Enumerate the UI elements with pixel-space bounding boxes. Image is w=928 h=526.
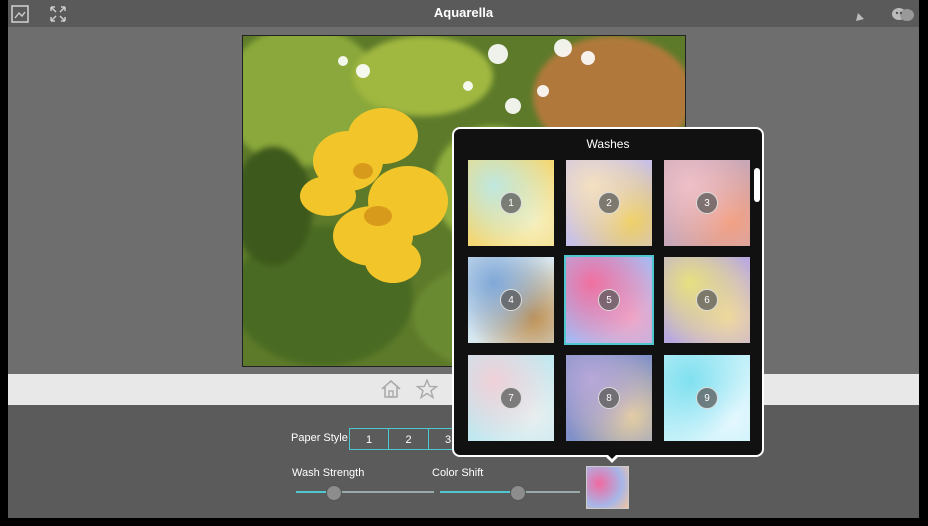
home-icon[interactable] [380, 379, 402, 404]
wash-number-badge: 7 [500, 387, 522, 409]
popup-pointer-inner [605, 452, 619, 459]
washes-scrollbar[interactable] [754, 168, 760, 202]
wash-tile-8[interactable]: 8 [566, 355, 652, 441]
washes-title: Washes [586, 137, 630, 151]
wash-tile-6[interactable]: 6 [664, 257, 750, 343]
wash-tile-7[interactable]: 7 [468, 355, 554, 441]
wash-number-badge: 6 [696, 289, 718, 311]
wash-number-badge: 4 [500, 289, 522, 311]
paper-style-option-1[interactable]: 1 [349, 428, 389, 450]
star-icon[interactable] [415, 378, 439, 404]
wash-number-badge: 5 [598, 289, 620, 311]
wash-number-badge: 2 [598, 192, 620, 214]
paper-style-label: Paper Style [291, 432, 348, 444]
wash-strength-label: Wash Strength [292, 467, 365, 479]
app-title: Aquarella [433, 5, 494, 20]
wash-number-badge: 3 [696, 192, 718, 214]
wash-tile-5[interactable]: 5 [564, 255, 654, 345]
washes-popup: Washes 1 2 3 4 5 6 7 8 9 [452, 127, 764, 457]
wash-tile-4[interactable]: 4 [468, 257, 554, 343]
wash-tile-3[interactable]: 3 [664, 160, 750, 246]
color-shift-thumb[interactable] [510, 485, 526, 501]
color-shift-fill [440, 491, 517, 493]
masks-icon[interactable] [890, 4, 916, 24]
top-toolbar: Aquarella [8, 0, 919, 27]
wash-tile-9[interactable]: 9 [664, 355, 750, 441]
paper-style-option-2[interactable]: 2 [388, 428, 429, 450]
wash-number-badge: 1 [500, 192, 522, 214]
wash-tile-1[interactable]: 1 [468, 160, 554, 246]
undo-icon[interactable] [852, 4, 872, 24]
wash-number-badge: 9 [696, 387, 718, 409]
selected-wash-button[interactable] [586, 466, 629, 509]
wash-tile-2[interactable]: 2 [566, 160, 652, 246]
color-shift-label: Color Shift [432, 467, 484, 479]
wash-number-badge: 8 [598, 387, 620, 409]
